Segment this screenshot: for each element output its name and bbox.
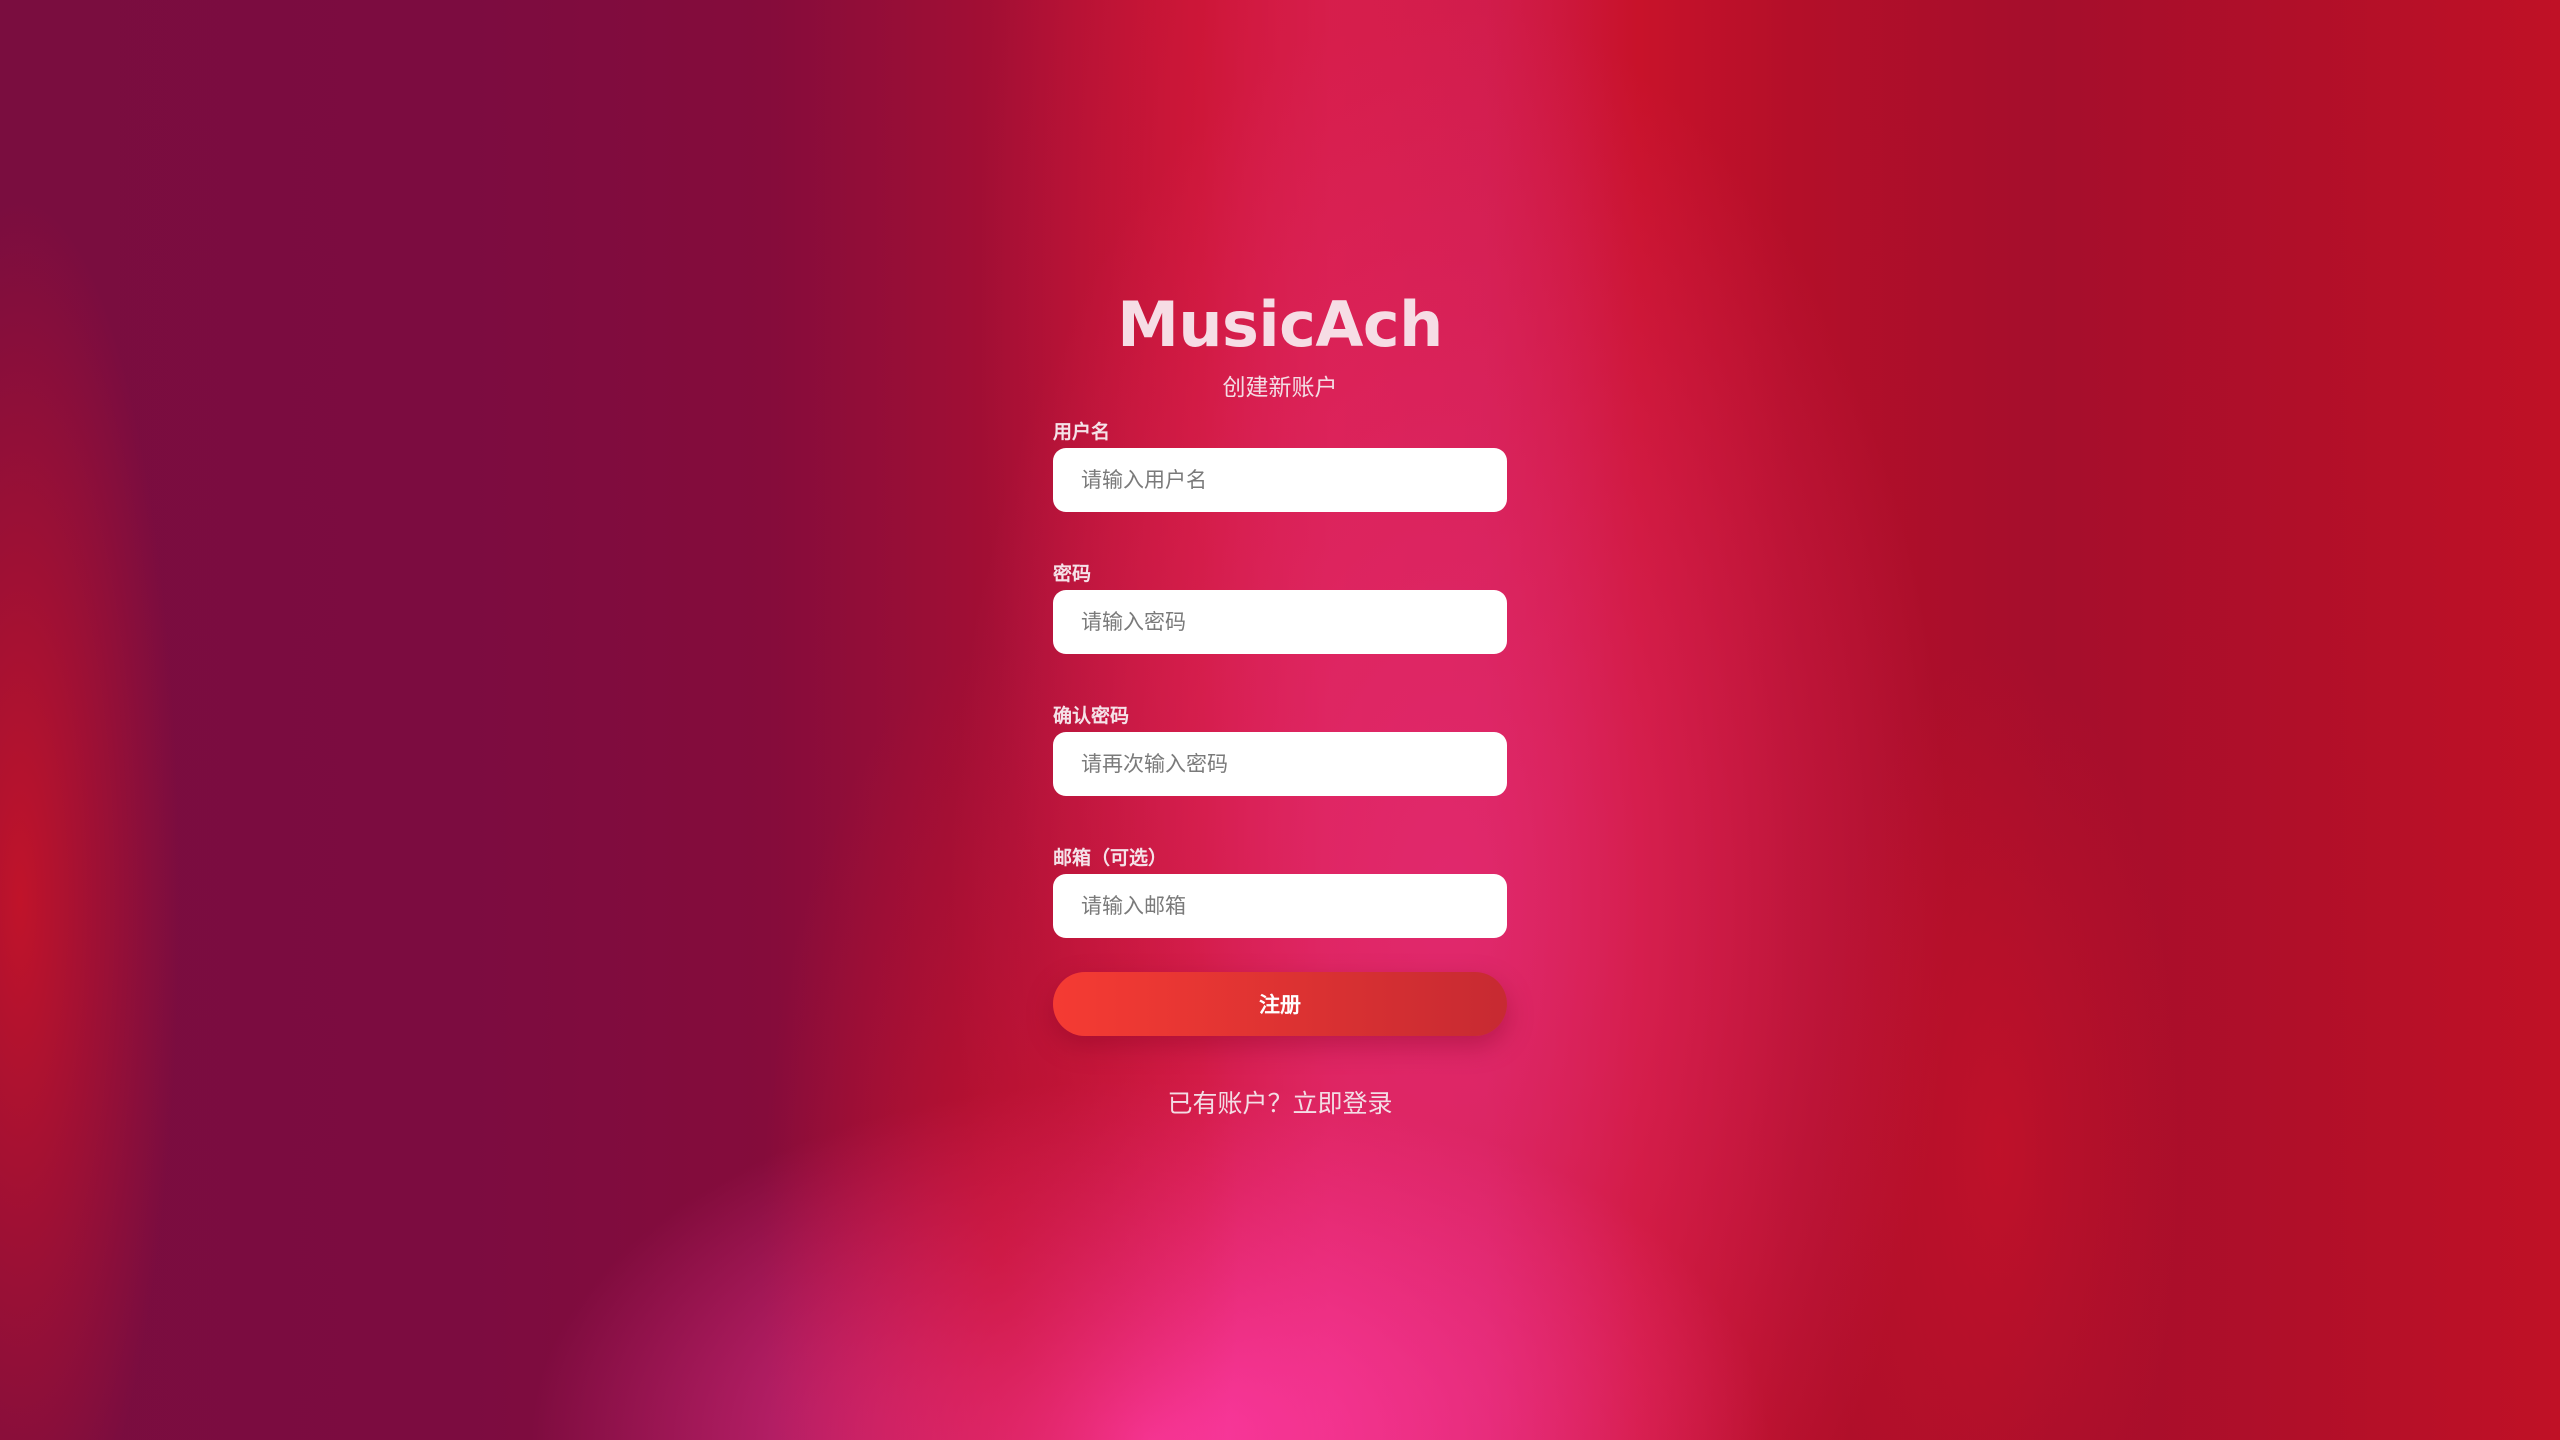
email-input[interactable] (1053, 874, 1507, 938)
app-logo: MusicAch (1117, 288, 1443, 361)
register-form: MusicAch 创建新账户 用户名 密码 确认密码 邮箱（可选） 注册 已有账… (1053, 280, 1507, 1122)
login-link[interactable]: 立即登录 (1293, 1089, 1393, 1118)
password-label: 密码 (1053, 563, 1092, 585)
username-input[interactable] (1053, 448, 1507, 512)
register-button[interactable]: 注册 (1053, 972, 1507, 1036)
login-prompt-text: 已有账户？ (1167, 1089, 1293, 1118)
email-label: 邮箱（可选） (1053, 847, 1168, 869)
password-input[interactable] (1053, 590, 1507, 654)
password-group: 密码 (1053, 558, 1507, 654)
username-label: 用户名 (1053, 421, 1111, 443)
username-group: 用户名 (1053, 416, 1507, 512)
login-prompt: 已有账户？立即登录 (1053, 1086, 1507, 1122)
email-group: 邮箱（可选） (1053, 842, 1507, 938)
page-subtitle: 创建新账户 (1222, 375, 1338, 401)
confirm-password-input[interactable] (1053, 732, 1507, 796)
confirm-password-group: 确认密码 (1053, 700, 1507, 796)
confirm-password-label: 确认密码 (1053, 705, 1130, 727)
